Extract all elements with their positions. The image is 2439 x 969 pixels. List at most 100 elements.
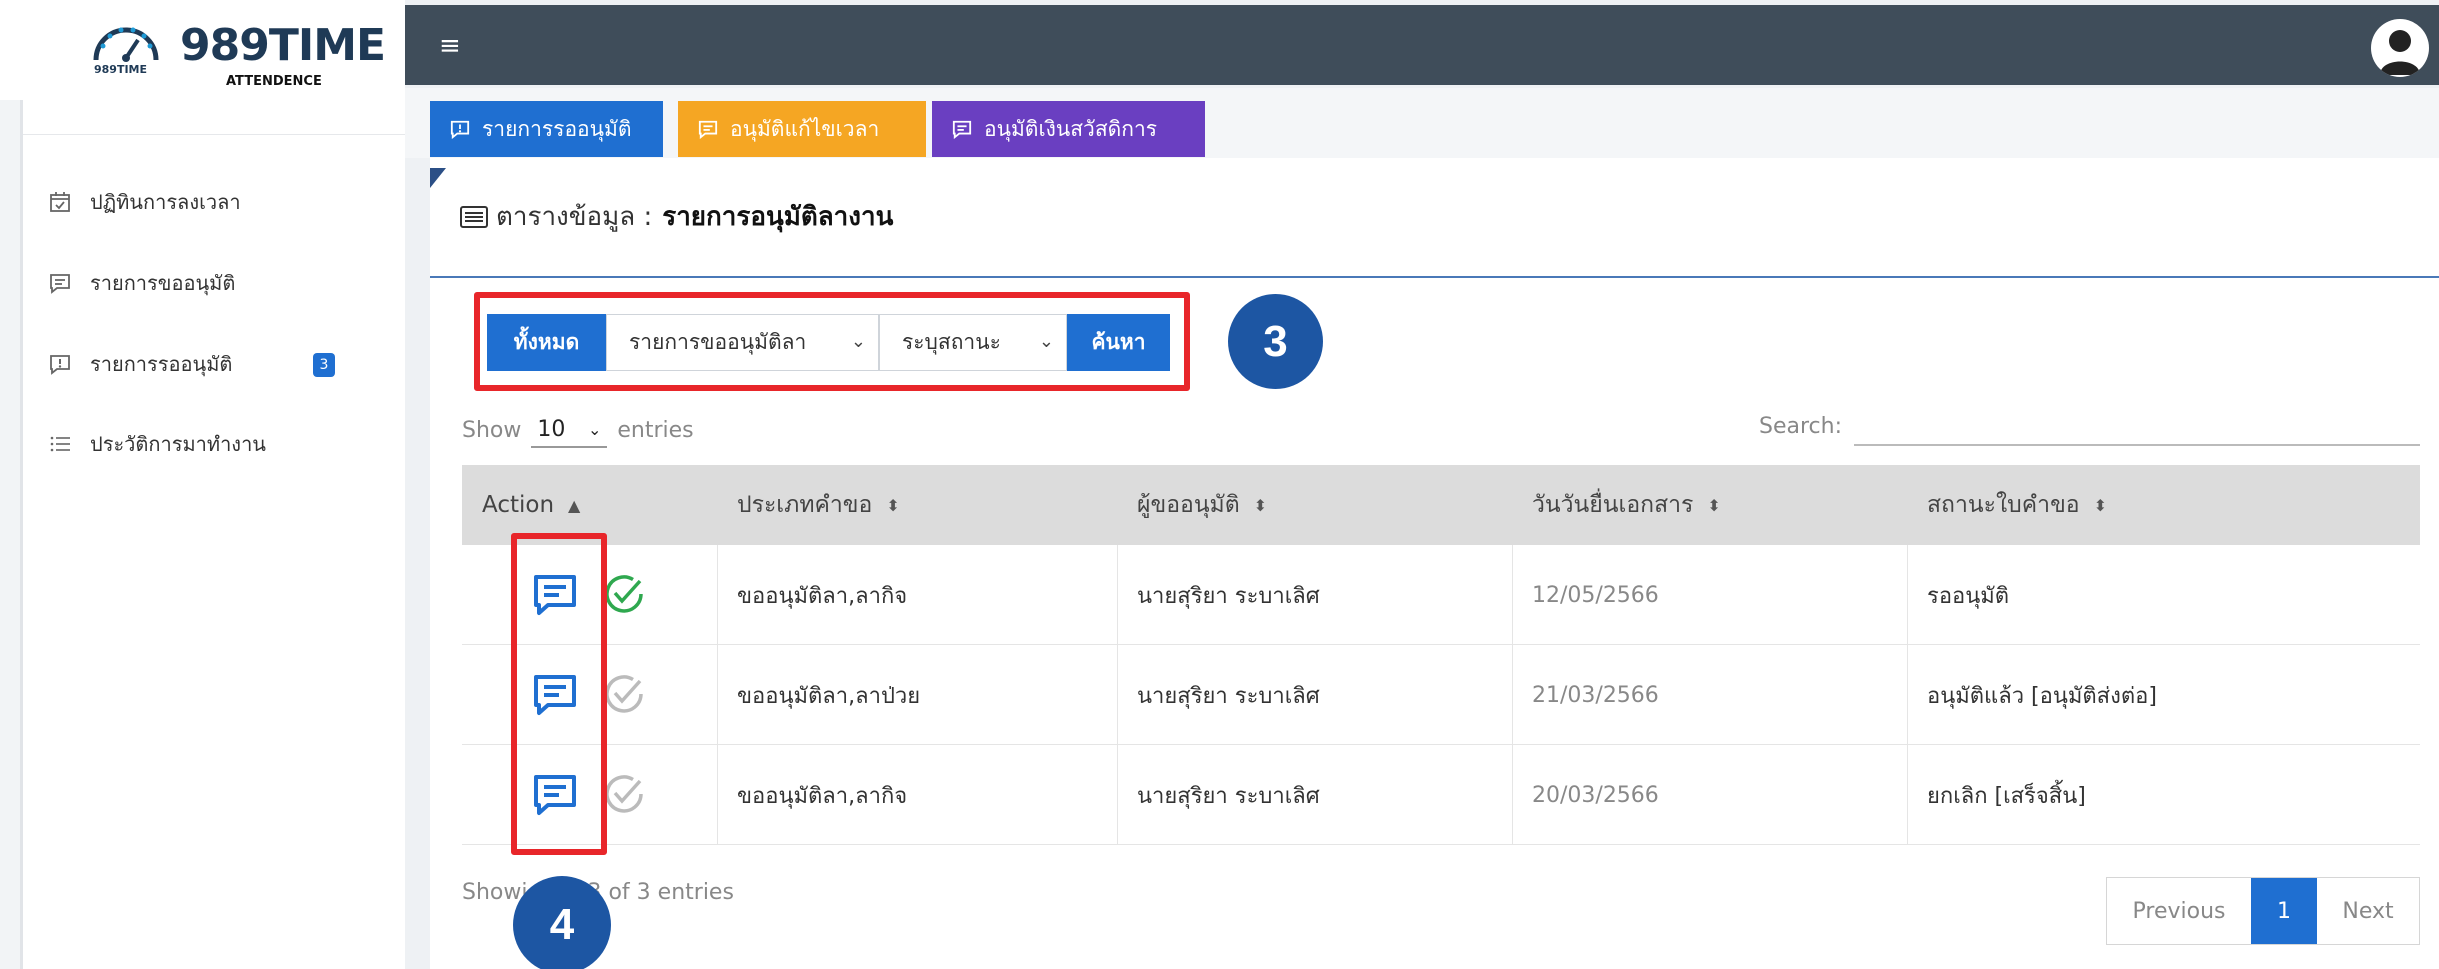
sidebar-item-label: รายการรออนุมัติ xyxy=(90,352,233,376)
page-length-select[interactable]: 10 ⌄ xyxy=(531,412,608,448)
highlight-box-actions xyxy=(511,533,607,855)
logo-mark-text: 989TIME xyxy=(94,63,148,76)
pagination: Previous 1 Next xyxy=(2106,877,2420,945)
message-alert-icon xyxy=(48,352,72,376)
column-divider xyxy=(1907,745,1908,845)
menu-toggle-icon[interactable]: ≡ xyxy=(439,31,461,61)
column-divider xyxy=(1512,645,1513,745)
cell-type: ขออนุมัติลา,ลากิจ xyxy=(737,583,908,609)
title-divider xyxy=(430,276,2439,278)
approve-check-icon[interactable] xyxy=(603,673,645,715)
cell-requester: นายสุริยา ระบาเลิศ xyxy=(1137,783,1320,809)
cell-status: อนุมัติแล้ว [อนุมัติส่งต่อ] xyxy=(1927,683,2157,709)
table-row: ขออนุมัติลา,ลากิจ นายสุริยา ระบาเลิศ 12/… xyxy=(462,545,2420,645)
sidebar-item-label: ปฏิทินการลงเวลา xyxy=(90,190,241,214)
highlight-box-filter xyxy=(474,292,1190,391)
approve-check-icon[interactable] xyxy=(603,573,645,615)
message-lines-icon xyxy=(48,271,72,295)
approve-check-icon[interactable] xyxy=(603,773,645,815)
column-divider xyxy=(1117,545,1118,645)
tab-label: อนุมัติแก้ไขเวลา xyxy=(730,116,880,141)
cell-requester: นายสุริยา ระบาเลิศ xyxy=(1137,583,1320,609)
column-divider xyxy=(717,745,718,845)
cell-type: ขออนุมัติลา,ลากิจ xyxy=(737,783,908,809)
column-divider xyxy=(1117,745,1118,845)
calendar-check-icon xyxy=(48,190,72,214)
cell-date: 20/03/2566 xyxy=(1532,782,1659,808)
sort-icon: ⬍ xyxy=(1707,495,1721,515)
table-search-input[interactable] xyxy=(1854,406,2420,446)
message-alert-icon xyxy=(450,119,470,139)
page-title-prefix: ตารางข้อมูล : xyxy=(496,202,653,232)
page-title: ตารางข้อมูล : รายการอนุมัติลางาน xyxy=(460,196,893,237)
sidebar-divider xyxy=(23,134,405,135)
pagination-previous[interactable]: Previous xyxy=(2107,878,2251,944)
page-title-main: รายการอนุมัติลางาน xyxy=(662,202,894,232)
column-divider xyxy=(1907,645,1908,745)
sidebar-item-calendar[interactable]: ปฏิทินการลงเวลา xyxy=(48,185,241,219)
column-header-requester[interactable]: ผู้ขออนุมัติ ⬍ xyxy=(1137,465,1267,545)
sort-icon: ⬍ xyxy=(886,495,900,515)
sidebar: 989TIME 989TIME ATTENDENCE ปฏิทินการลงเว… xyxy=(0,0,405,969)
brand-title: 989TIME xyxy=(180,20,386,71)
column-label: Action xyxy=(482,492,555,518)
column-divider xyxy=(717,545,718,645)
show-label: Show xyxy=(462,417,522,443)
sidebar-panel xyxy=(20,100,405,969)
pagination-next[interactable]: Next xyxy=(2317,878,2419,944)
column-header-date[interactable]: วันวันยื่นเอกสาร ⬍ xyxy=(1532,465,1721,545)
cell-status: ยกเลิก [เสร็จสิ้น] xyxy=(1927,783,2086,809)
callout-badge-3: 3 xyxy=(1228,294,1323,389)
sidebar-item-history[interactable]: ประวัติการมาทำงาน xyxy=(48,427,266,461)
callout-badge-4: 4 xyxy=(513,876,611,969)
column-header-type[interactable]: ประเภทคำขอ ⬍ xyxy=(737,465,900,545)
logo[interactable]: 989TIME 989TIME ATTENDENCE xyxy=(0,0,405,100)
sidebar-item-pending[interactable]: รายการรออนุมัติ xyxy=(48,347,232,381)
card-corner-marker xyxy=(430,168,446,188)
tab-label: อนุมัติเงินสวัสดิการ xyxy=(984,116,1158,141)
tab-approve-welfare[interactable]: อนุมัติเงินสวัสดิการ xyxy=(932,101,1205,157)
tab-label: รายการรออนุมัติ xyxy=(482,116,632,141)
sort-icon: ⬍ xyxy=(1253,495,1268,515)
column-label: ผู้ขออนุมัติ xyxy=(1137,492,1240,518)
column-divider xyxy=(717,645,718,745)
column-label: ประเภทคำขอ xyxy=(737,492,873,518)
user-avatar-icon[interactable] xyxy=(2371,19,2429,77)
column-divider xyxy=(1117,645,1118,745)
list-icon xyxy=(48,432,72,456)
cell-date: 12/05/2566 xyxy=(1532,582,1659,608)
pending-count-badge: 3 xyxy=(313,353,335,377)
column-header-status[interactable]: สถานะใบคำขอ ⬍ xyxy=(1927,465,2107,545)
table-header: Action ▲ ประเภทคำขอ ⬍ ผู้ขออนุมัติ ⬍ วันวัน… xyxy=(462,465,2420,545)
sort-asc-icon: ▲ xyxy=(568,495,581,515)
sort-icon: ⬍ xyxy=(2093,495,2108,515)
table-row: ขออนุมัติลา,ลาป่วย นายสุริยา ระบาเลิศ 21… xyxy=(462,645,2420,745)
cell-type: ขออนุมัติลา,ลาป่วย xyxy=(737,683,921,709)
top-navbar: ≡ xyxy=(405,5,2439,85)
table-info-end: 3 of 3 entries xyxy=(587,880,734,905)
message-lines-icon xyxy=(698,119,718,139)
table-list-icon xyxy=(460,205,488,229)
column-label: สถานะใบคำขอ xyxy=(1927,492,2080,518)
brand-tagline: ATTENDENCE xyxy=(226,74,322,89)
tab-pending-approval[interactable]: รายการรออนุมัติ xyxy=(430,101,663,157)
sidebar-item-label: ประวัติการมาทำงาน xyxy=(90,432,266,456)
column-divider xyxy=(1512,545,1513,645)
sidebar-item-label: รายการขออนุมัติ xyxy=(90,271,236,295)
page-length-control: Show 10 ⌄ entries xyxy=(462,412,694,448)
sidebar-item-requests[interactable]: รายการขออนุมัติ xyxy=(48,266,235,300)
column-label: วันวันยื่นเอกสาร xyxy=(1532,492,1694,518)
search-label: Search: xyxy=(1759,414,1842,439)
cell-requester: นายสุริยา ระบาเลิศ xyxy=(1137,683,1320,709)
page-length-value: 10 xyxy=(537,416,566,442)
entries-label: entries xyxy=(617,417,694,443)
column-divider xyxy=(1907,545,1908,645)
chevron-down-icon: ⌄ xyxy=(587,419,602,439)
column-divider xyxy=(1512,745,1513,845)
table-row: ขออนุมัติลา,ลากิจ นายสุริยา ระบาเลิศ 20/… xyxy=(462,745,2420,845)
tab-approve-time-edit[interactable]: อนุมัติแก้ไขเวลา xyxy=(678,101,926,157)
cell-date: 21/03/2566 xyxy=(1532,682,1659,708)
message-lines-icon xyxy=(952,119,972,139)
pagination-page-1[interactable]: 1 xyxy=(2251,878,2317,944)
cell-status: รออนุมัติ xyxy=(1927,583,2010,609)
